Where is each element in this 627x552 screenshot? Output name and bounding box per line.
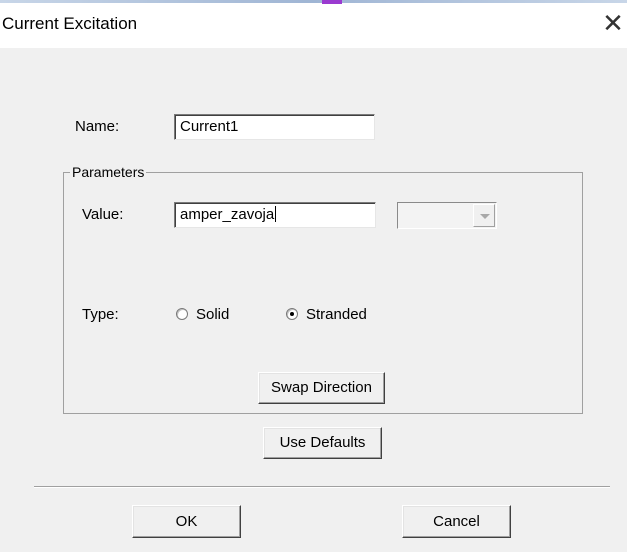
- text-caret: [275, 206, 277, 222]
- close-icon[interactable]: ✕: [602, 10, 624, 36]
- title-bar-accent: [322, 0, 342, 4]
- stranded-radio[interactable]: [286, 308, 298, 320]
- cancel-button[interactable]: Cancel: [402, 505, 511, 538]
- radio-selected-dot: [290, 312, 294, 316]
- name-input[interactable]: Current1: [174, 114, 375, 140]
- unit-dropdown-button[interactable]: [473, 204, 495, 227]
- type-label: Type:: [82, 306, 119, 323]
- name-input-value: Current1: [180, 118, 239, 135]
- solid-radio[interactable]: [176, 308, 188, 320]
- name-label: Name:: [75, 118, 120, 135]
- window-title: Current Excitation: [2, 14, 138, 33]
- swap-direction-button[interactable]: Swap Direction: [258, 372, 385, 404]
- footer-separator-highlight: [34, 487, 610, 488]
- title-bar-top-strip: [0, 0, 627, 3]
- value-input-value: amper_zavoja: [180, 206, 275, 223]
- ok-button[interactable]: OK: [132, 505, 241, 538]
- stranded-radio-label[interactable]: Stranded: [306, 306, 367, 323]
- title-bar: Current Excitation ✕: [0, 0, 627, 48]
- value-label: Value:: [82, 206, 124, 223]
- use-defaults-button[interactable]: Use Defaults: [263, 427, 382, 459]
- chevron-down-icon: [480, 214, 490, 219]
- value-input[interactable]: amper_zavoja: [174, 202, 376, 228]
- unit-dropdown[interactable]: [397, 202, 497, 229]
- parameters-group-label: Parameters: [70, 164, 147, 180]
- solid-radio-label[interactable]: Solid: [196, 306, 229, 323]
